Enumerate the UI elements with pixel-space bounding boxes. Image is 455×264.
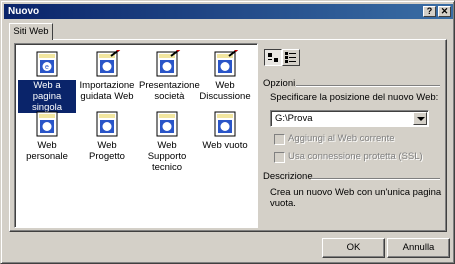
ok-button[interactable]: OK — [322, 238, 385, 258]
web-page-icon — [214, 111, 236, 137]
title-bar: Nuovo ? ✕ — [4, 4, 453, 19]
secure-connection-label: Usa connessione protetta (SSL) — [288, 151, 423, 162]
details-view-button[interactable] — [282, 49, 300, 66]
help-button[interactable]: ? — [423, 6, 436, 17]
location-combo[interactable]: G:\Prova — [270, 110, 429, 127]
cancel-button[interactable]: Annulla — [387, 238, 450, 258]
template-item-3[interactable]: Web Discussione — [196, 50, 254, 102]
close-button[interactable]: ✕ — [438, 6, 451, 17]
template-list[interactable]: e Web a pagina singola Importazione guid… — [14, 43, 258, 228]
template-item-0[interactable]: e Web a pagina singola — [18, 50, 76, 113]
options-heading: Opzioni — [263, 78, 296, 89]
chevron-down-icon[interactable] — [413, 112, 427, 125]
template-label: Web a pagina singola — [18, 80, 76, 113]
template-label: Web Supporto tecnico — [147, 140, 187, 173]
description-divider — [311, 178, 440, 180]
new-web-dialog: Nuovo ? ✕ Siti Web e Web a pagina singol… — [0, 0, 455, 264]
web-page-icon — [96, 111, 118, 137]
description-text-line1: Crea un nuovo Web con un'unica pagina — [270, 187, 442, 198]
template-item-5[interactable]: Web Progetto — [78, 110, 136, 162]
template-label: Web personale — [26, 140, 68, 162]
web-page-icon: e — [36, 51, 58, 77]
template-label: Web Discussione — [199, 80, 251, 102]
template-item-2[interactable]: Presentazione società — [138, 50, 200, 102]
web-wizard-icon — [214, 50, 239, 77]
large-icons-view-button[interactable] — [264, 49, 282, 66]
template-item-6[interactable]: Web Supporto tecnico — [138, 110, 196, 173]
svg-text:e: e — [45, 64, 49, 71]
template-label: Web vuoto — [202, 140, 248, 151]
location-value: G:\Prova — [275, 113, 313, 124]
web-page-icon — [36, 111, 58, 137]
template-item-1[interactable]: Importazione guidata Web — [78, 50, 136, 102]
tab-siti-web[interactable]: Siti Web — [9, 23, 53, 40]
web-wizard-icon — [96, 50, 121, 77]
add-to-current-label: Aggiungi al Web corrente — [288, 133, 395, 144]
window-title: Nuovo — [8, 6, 40, 17]
template-item-4[interactable]: Web personale — [18, 110, 76, 162]
template-label: Importazione guidata Web — [79, 80, 135, 102]
add-to-current-checkbox[interactable] — [274, 134, 285, 145]
template-item-7[interactable]: Web vuoto — [196, 110, 254, 151]
web-wizard-icon — [156, 50, 181, 77]
large-icons-icon — [268, 53, 278, 62]
template-label: Presentazione società — [139, 80, 200, 102]
web-page-icon — [156, 111, 178, 137]
list-view-icon — [285, 52, 296, 63]
template-label: Web Progetto — [89, 140, 125, 162]
options-divider — [296, 85, 440, 87]
secure-connection-checkbox[interactable] — [274, 152, 285, 163]
location-label: Specificare la posizione del nuovo Web: — [270, 92, 439, 103]
description-text-line2: vuota. — [270, 198, 296, 209]
description-heading: Descrizione — [263, 171, 313, 182]
